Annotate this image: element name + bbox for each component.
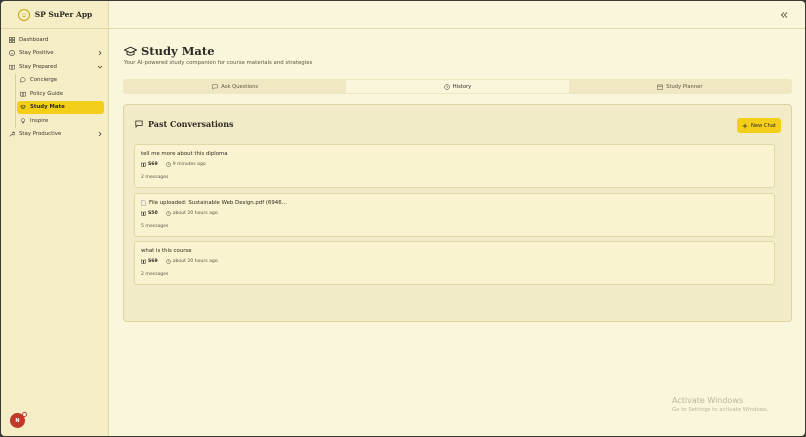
course-code: S50	[148, 211, 158, 216]
sidebar-nav: Dashboard Stay Positive Stay Prepared Co…	[6, 33, 104, 141]
conversation-meta: S69 9 minutes ago	[141, 162, 206, 167]
book-icon	[9, 64, 15, 70]
book-icon	[20, 91, 26, 97]
message-count: 2 messages	[141, 272, 169, 277]
book-icon	[141, 259, 146, 264]
conversation-item[interactable]: File uploaded: Sustainable Web Design.pd…	[134, 193, 775, 237]
conversation-item[interactable]: what is this course S69 about 20 hours a…	[134, 241, 775, 285]
conversation-title: what is this course	[141, 248, 192, 254]
sidebar-item-label: Stay Positive	[19, 50, 54, 57]
sidebar-item-label: Study Mate	[30, 104, 65, 111]
time-text: about 20 hours ago	[172, 259, 218, 264]
new-chat-label: New Chat	[750, 122, 777, 129]
chevron-down-icon	[97, 64, 103, 70]
sidebar-item-stay-positive[interactable]: Stay Positive	[6, 47, 104, 61]
sidebar-item-label: Stay Prepared	[19, 63, 57, 70]
message-count: 2 messages	[141, 175, 169, 180]
book-icon	[141, 162, 146, 167]
sidebar-item-label: Concierge	[30, 77, 58, 84]
graduation-cap-icon	[124, 46, 137, 57]
tab-history[interactable]: History	[346, 80, 569, 93]
page-subtitle: Your AI-powered study companion for cour…	[124, 60, 313, 66]
wrench-icon	[9, 131, 15, 137]
new-chat-button[interactable]: New Chat	[737, 118, 781, 133]
notification-dot	[22, 412, 27, 417]
sidebar-item-label: Policy Guide	[30, 90, 64, 97]
top-bar	[109, 1, 805, 29]
conversation-meta: S50 about 20 hours ago	[141, 211, 218, 216]
conversation-time: about 20 hours ago	[165, 211, 218, 216]
panel-header: Past Conversations	[135, 119, 234, 129]
sidebar-subnav: Concierge Policy Guide Study Mate Inspir…	[15, 73, 104, 128]
collapse-sidebar-icon[interactable]	[779, 10, 789, 20]
clock-icon	[165, 162, 171, 167]
clock-icon	[165, 259, 171, 264]
plus-icon	[742, 123, 748, 129]
brand[interactable]: SP SuPer App	[1, 1, 109, 29]
sidebar-item-label: Stay Productive	[19, 131, 62, 138]
history-icon	[444, 83, 450, 90]
lightbulb-icon	[20, 118, 26, 124]
clock-icon	[165, 211, 171, 216]
page-header: Study Mate	[124, 44, 215, 58]
activation-watermark-text: Go to Settings to activate Windows.	[672, 407, 769, 413]
smile-icon	[17, 8, 30, 21]
tab-ask-questions[interactable]: Ask Questions	[124, 80, 346, 93]
tab-study-planner[interactable]: Study Planner	[569, 80, 791, 93]
conversation-meta: S69 about 20 hours ago	[141, 259, 218, 264]
tab-bar: Ask Questions History Study Planner	[123, 79, 792, 94]
grid-icon	[9, 36, 15, 43]
graduation-cap-icon	[20, 104, 26, 110]
course-code: S69	[148, 162, 158, 167]
activation-watermark-title: Activate Windows	[672, 396, 744, 405]
sidebar-item-dashboard[interactable]: Dashboard	[6, 33, 104, 47]
conversation-title-text: what is this course	[141, 248, 192, 254]
conversation-item[interactable]: tell me more about this diploma S69 9 mi…	[134, 144, 775, 188]
panel-title: Past Conversations	[148, 119, 234, 129]
tab-label: History	[452, 83, 472, 90]
page-title: Study Mate	[141, 44, 215, 58]
course-code: S69	[148, 259, 158, 264]
sidebar-item-concierge[interactable]: Concierge	[17, 74, 104, 88]
tab-label: Ask Questions	[221, 83, 259, 90]
time-text: about 20 hours ago	[172, 211, 218, 216]
sidebar-item-stay-prepared[interactable]: Stay Prepared	[6, 60, 104, 74]
time-text: 9 minutes ago	[172, 162, 206, 167]
tab-label: Study Planner	[666, 83, 703, 90]
chevron-right-icon	[97, 50, 103, 56]
chat-icon	[135, 120, 143, 128]
sidebar: SP SuPer App Dashboard Stay Positive Sta…	[1, 1, 109, 436]
file-icon	[141, 200, 146, 206]
smile-icon	[9, 50, 15, 57]
history-panel: Past Conversations New Chat tell me more…	[123, 104, 792, 322]
conversation-title: File uploaded: Sustainable Web Design.pd…	[141, 200, 287, 206]
conversation-time: about 20 hours ago	[165, 259, 218, 264]
conversation-time: 9 minutes ago	[165, 162, 206, 167]
conversation-title-text: File uploaded: Sustainable Web Design.pd…	[149, 200, 287, 206]
chat-icon	[20, 77, 26, 84]
course-badge: S69	[141, 162, 158, 167]
book-icon	[141, 211, 146, 216]
course-badge: S50	[141, 211, 158, 216]
sidebar-item-stay-productive[interactable]: Stay Productive	[6, 128, 104, 142]
chat-icon	[212, 84, 218, 90]
conversation-title-text: tell me more about this diploma	[141, 151, 228, 157]
sidebar-item-policy-guide[interactable]: Policy Guide	[17, 87, 104, 101]
app-window: SP SuPer App Dashboard Stay Positive Sta…	[1, 1, 805, 436]
sidebar-item-study-mate[interactable]: Study Mate	[17, 100, 104, 114]
sidebar-item-label: Dashboard	[19, 36, 49, 43]
conversation-title: tell me more about this diploma	[141, 151, 228, 157]
sidebar-item-label: Inspire	[30, 117, 49, 124]
calendar-icon	[657, 83, 663, 90]
app-title: SP SuPer App	[34, 10, 93, 19]
course-badge: S69	[141, 259, 158, 264]
message-count: 5 messages	[141, 224, 169, 229]
chevron-right-icon	[97, 131, 103, 137]
sidebar-item-inspire[interactable]: Inspire	[17, 114, 104, 128]
